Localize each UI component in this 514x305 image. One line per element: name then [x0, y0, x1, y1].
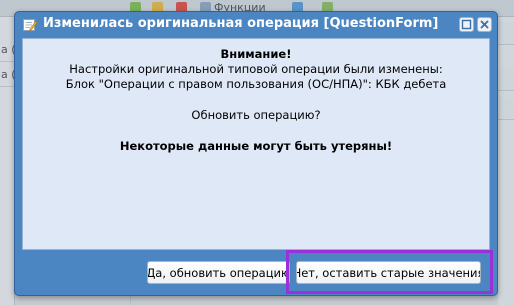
keep-old-values-button[interactable]: Нет, оставить старые значения	[296, 261, 481, 284]
data-loss-warning: Некоторые данные могут быть утеряны!	[119, 139, 393, 153]
dialog-title: Изменилась оригинальная операция [Questi…	[43, 16, 439, 31]
question-dialog: Изменилась оригинальная операция [Questi…	[14, 11, 498, 296]
edit-window-icon	[23, 17, 38, 32]
close-button[interactable]	[477, 17, 492, 32]
update-operation-button[interactable]: Да, обновить операцию	[147, 261, 290, 284]
message-line-1: Настройки оригинальной типовой операции …	[69, 62, 443, 76]
warning-heading: Внимание!	[220, 47, 292, 61]
minimize-button[interactable]	[459, 17, 474, 32]
minimize-icon	[461, 19, 472, 30]
dialog-header[interactable]: Изменилась оригинальная операция [Questi…	[15, 12, 497, 36]
question-text: Обновить операцию?	[191, 108, 321, 122]
message-line-2: Блок "Операции с правом пользования (ОС/…	[65, 77, 447, 91]
close-icon	[479, 19, 490, 30]
dialog-message-area: Внимание! Настройки оригинальной типовой…	[22, 38, 490, 250]
